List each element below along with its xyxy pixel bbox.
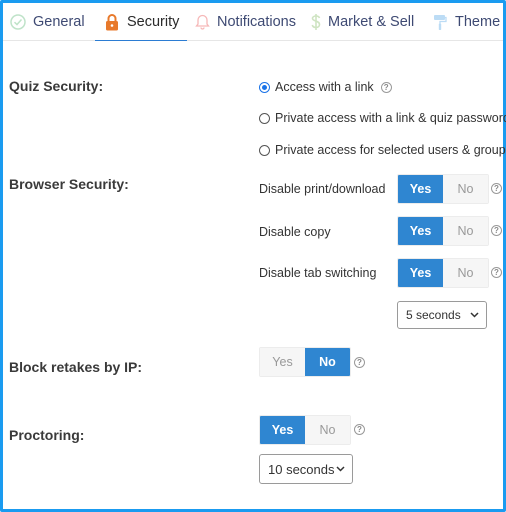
tab-switch-delay-select[interactable]: 5 seconds: [397, 301, 487, 329]
tab-market-sell-label: Market & Sell: [328, 14, 415, 30]
radio-option-private-password[interactable]: Private access with a link & quiz passwo…: [259, 111, 506, 125]
toggle-yes[interactable]: Yes: [398, 217, 443, 245]
help-icon[interactable]: ?: [380, 81, 392, 93]
tab-security-label: Security: [127, 14, 180, 30]
lock-icon: [103, 13, 121, 31]
proctoring-toggle[interactable]: Yes No: [259, 415, 351, 445]
help-icon[interactable]: ?: [354, 424, 365, 435]
radio-button[interactable]: [259, 112, 270, 124]
toggle-no[interactable]: No: [443, 259, 488, 287]
tab-market-sell[interactable]: Market & Sell: [310, 3, 414, 41]
disable-tab-switching-label: Disable tab switching: [259, 266, 377, 280]
block-retakes-toggle[interactable]: Yes No: [259, 347, 351, 377]
tab-notifications-label: Notifications: [217, 14, 296, 30]
select-value: 10 seconds: [268, 461, 335, 477]
help-icon[interactable]: ?: [491, 267, 502, 278]
radio-label: Access with a link: [275, 80, 374, 94]
settings-tab-bar: General Security Notifications Market & …: [3, 3, 503, 42]
toggle-yes[interactable]: Yes: [398, 259, 443, 287]
disable-tab-switching-toggle[interactable]: Yes No: [397, 258, 489, 288]
disable-print-label: Disable print/download: [259, 182, 386, 196]
tab-security[interactable]: Security: [94, 3, 188, 42]
radio-label: Private access with a link & quiz passwo…: [275, 111, 506, 125]
toggle-yes[interactable]: Yes: [398, 175, 443, 203]
radio-option-private-users[interactable]: Private access for selected users & grou…: [259, 143, 506, 157]
radio-button-checked[interactable]: [259, 81, 270, 93]
help-icon[interactable]: ?: [491, 225, 502, 236]
dollar-icon: [310, 13, 322, 31]
paint-roller-icon: [431, 13, 449, 31]
proctoring-label: Proctoring:: [9, 427, 85, 443]
disable-copy-toggle[interactable]: Yes No: [397, 216, 489, 246]
proctoring-delay-select[interactable]: 10 seconds: [259, 454, 353, 484]
tab-notifications[interactable]: Notifications: [193, 3, 296, 41]
toggle-yes[interactable]: Yes: [260, 348, 305, 376]
toggle-no[interactable]: No: [443, 217, 488, 245]
tab-general[interactable]: General: [9, 3, 85, 41]
tab-theme-label: Theme: [455, 14, 501, 30]
toggle-no[interactable]: No: [305, 416, 350, 444]
tab-theme[interactable]: Theme: [431, 3, 500, 41]
radio-button[interactable]: [259, 144, 270, 156]
toggle-no[interactable]: No: [443, 175, 488, 203]
disable-print-toggle[interactable]: Yes No: [397, 174, 489, 204]
chevron-down-icon: [470, 309, 479, 321]
help-icon[interactable]: ?: [354, 357, 365, 368]
block-retakes-label: Block retakes by IP:: [9, 359, 143, 375]
help-icon[interactable]: ?: [491, 183, 502, 194]
disable-copy-label: Disable copy: [259, 225, 331, 239]
toggle-no[interactable]: No: [305, 348, 350, 376]
quiz-security-label: Quiz Security:: [9, 78, 104, 94]
select-value: 5 seconds: [406, 308, 461, 322]
radio-option-access-link[interactable]: Access with a link ?: [259, 80, 392, 94]
radio-label: Private access for selected users & grou…: [275, 143, 506, 157]
browser-security-label: Browser Security:: [9, 176, 129, 192]
security-settings-panel: Quiz Security: Access with a link ? Priv…: [3, 41, 506, 509]
chevron-down-icon: [336, 463, 345, 475]
tab-general-label: General: [33, 14, 85, 30]
bell-icon: [193, 13, 211, 31]
check-circle-icon: [9, 13, 27, 31]
toggle-yes[interactable]: Yes: [260, 416, 305, 444]
